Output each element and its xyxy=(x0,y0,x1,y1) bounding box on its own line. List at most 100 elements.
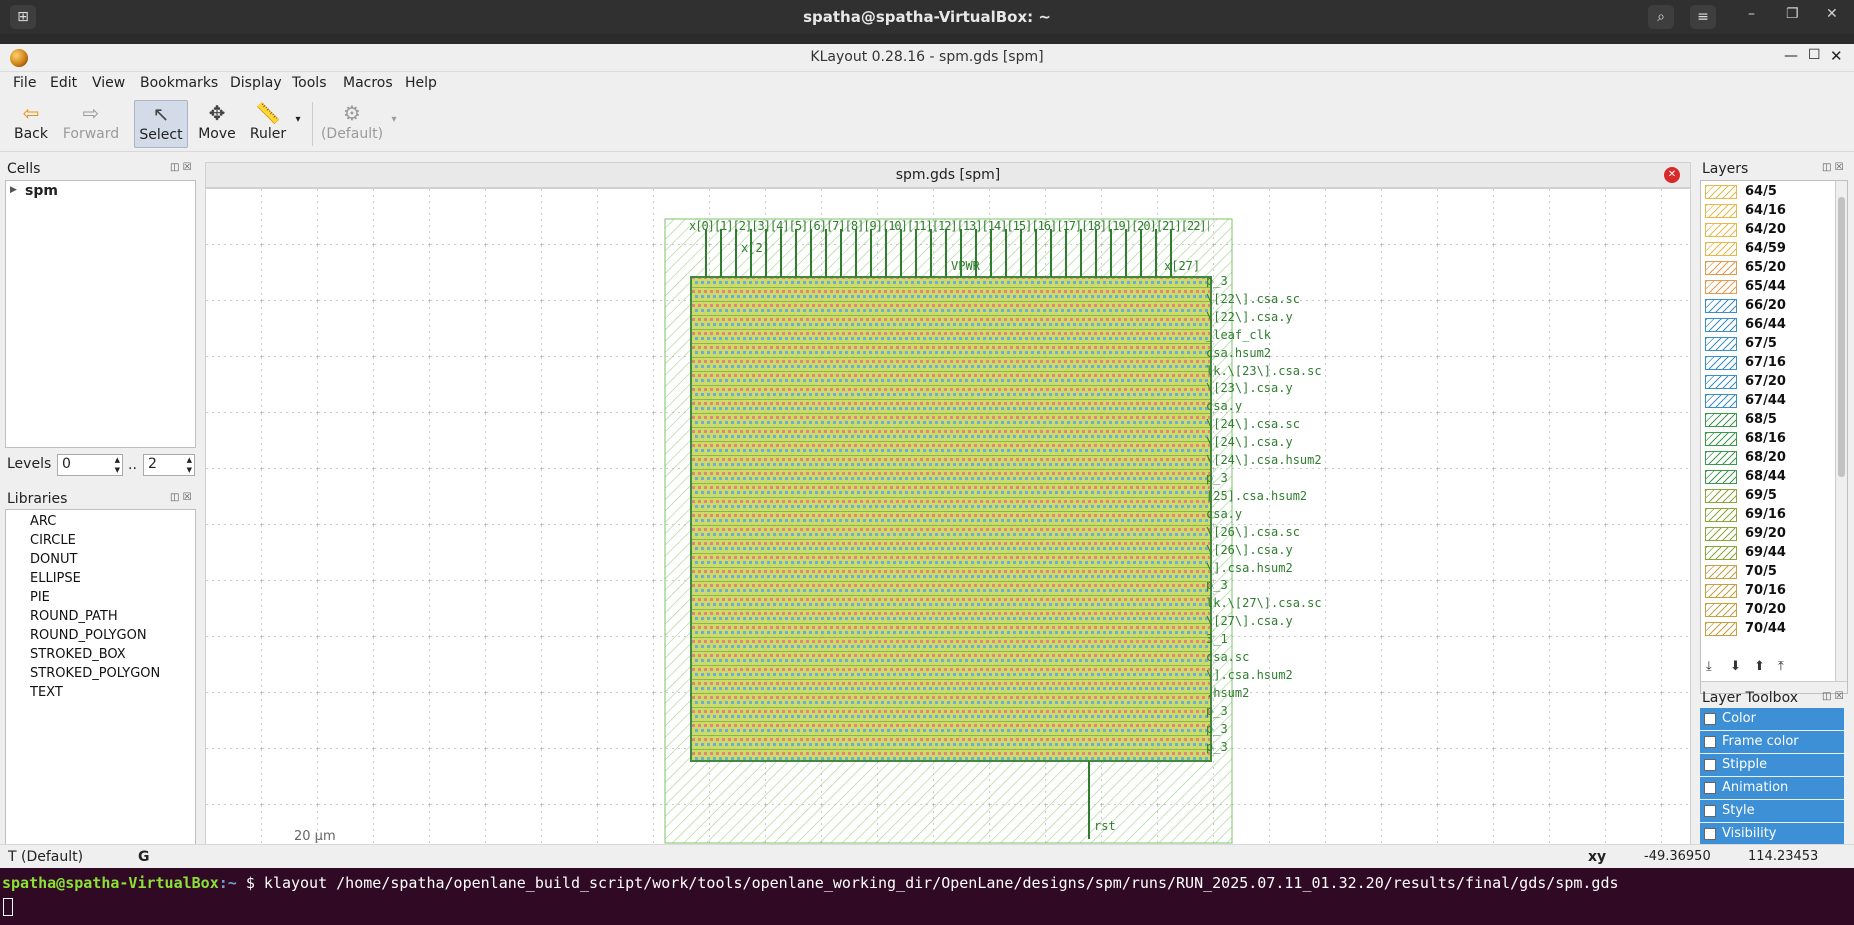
move-layer-up-icon[interactable]: ⬆ xyxy=(1754,659,1765,674)
toolbox-stipple[interactable]: Stipple xyxy=(1700,754,1844,776)
maximize-icon[interactable]: ☐ xyxy=(1808,47,1821,63)
layer-list[interactable]: 64/5 64/16 64/20 64/59 65/20 65/44 66/20 66/44 6… xyxy=(1700,180,1848,694)
layer-row[interactable]: 70/44 xyxy=(1705,620,1841,639)
layer-row[interactable]: 65/20 xyxy=(1705,259,1841,278)
layer-row[interactable]: 70/5 xyxy=(1705,563,1841,582)
restore-icon[interactable]: ❐ xyxy=(1786,6,1799,22)
back-button[interactable]: ⇦ Back xyxy=(8,100,54,148)
layer-swatch-icon[interactable] xyxy=(1705,451,1737,465)
layer-row[interactable]: 66/20 xyxy=(1705,297,1841,316)
layer-swatch-icon[interactable] xyxy=(1705,584,1737,598)
layer-row[interactable]: 64/16 xyxy=(1705,202,1841,221)
checkbox[interactable] xyxy=(1704,713,1716,725)
menu-help[interactable]: Help xyxy=(405,75,437,91)
menu-bookmarks[interactable]: Bookmarks xyxy=(140,75,218,91)
layers-dock-buttons[interactable]: ◫ ☒ xyxy=(1822,162,1844,173)
layer-swatch-icon[interactable] xyxy=(1705,527,1737,541)
layer-swatch-icon[interactable] xyxy=(1705,622,1737,636)
level-max-spinbox[interactable]: 2 ▲ ▼ xyxy=(143,454,195,476)
layer-row[interactable]: 69/44 xyxy=(1705,544,1841,563)
minimize-icon[interactable]: – xyxy=(1748,6,1755,22)
layer-row[interactable]: 64/59 xyxy=(1705,240,1841,259)
layer-swatch-icon[interactable] xyxy=(1705,318,1737,332)
layer-row[interactable]: 69/20 xyxy=(1705,525,1841,544)
terminal[interactable]: spatha@spatha-VirtualBox:~ $ klayout /ho… xyxy=(0,868,1854,925)
menu-tools[interactable]: Tools xyxy=(292,75,327,91)
default-template-button[interactable]: ⚙ (Default) xyxy=(320,100,384,148)
menu-macros[interactable]: Macros xyxy=(343,75,393,91)
checkbox[interactable] xyxy=(1704,736,1716,748)
layer-row[interactable]: 68/20 xyxy=(1705,449,1841,468)
layer-row[interactable]: 70/16 xyxy=(1705,582,1841,601)
close-tab-icon[interactable]: ✕ xyxy=(1664,167,1680,183)
layer-swatch-icon[interactable] xyxy=(1705,280,1737,294)
lib-item-round-polygon[interactable]: ROUND_POLYGON xyxy=(30,628,147,643)
layer-swatch-icon[interactable] xyxy=(1705,299,1737,313)
hamburger-icon[interactable]: ≡ xyxy=(1690,5,1716,29)
toolbox-style[interactable]: Style xyxy=(1700,800,1844,822)
layer-row[interactable]: 70/20 xyxy=(1705,601,1841,620)
ruler-dropdown-icon[interactable]: ▾ xyxy=(292,114,304,162)
cells-dock-buttons[interactable]: ◫ ☒ xyxy=(170,162,192,173)
menu-edit[interactable]: Edit xyxy=(50,75,77,91)
menu-view[interactable]: View xyxy=(92,75,125,91)
lib-item-arc[interactable]: ARC xyxy=(30,514,56,529)
scrollbar-thumb[interactable] xyxy=(1838,197,1845,477)
layer-swatch-icon[interactable] xyxy=(1705,375,1737,389)
layer-row[interactable]: 66/44 xyxy=(1705,316,1841,335)
move-layer-down-icon[interactable]: ⬇ xyxy=(1730,659,1741,674)
layer-row[interactable]: 69/5 xyxy=(1705,487,1841,506)
spin-arrows-icon[interactable]: ▲ ▼ xyxy=(187,455,192,475)
layer-swatch-icon[interactable] xyxy=(1705,432,1737,446)
forward-button[interactable]: ⇨ Forward xyxy=(58,100,124,148)
menu-file[interactable]: File xyxy=(13,75,36,91)
cell-spm[interactable]: spm xyxy=(25,183,58,199)
menu-display[interactable]: Display xyxy=(230,75,282,91)
layer-row[interactable]: 67/5 xyxy=(1705,335,1841,354)
layer-row[interactable]: 65/44 xyxy=(1705,278,1841,297)
close-icon[interactable]: ✕ xyxy=(1826,6,1838,22)
select-button[interactable]: ↖ Select xyxy=(134,100,188,148)
lib-item-ellipse[interactable]: ELLIPSE xyxy=(30,571,81,586)
layer-row[interactable]: 67/20 xyxy=(1705,373,1841,392)
lib-item-stroked-box[interactable]: STROKED_BOX xyxy=(30,647,126,662)
libraries-dock-buttons[interactable]: ◫ ☒ xyxy=(170,492,192,503)
layout-canvas[interactable]: x[0][1][2][3][4][5][6][7][8][9][10][11][… xyxy=(205,188,1691,888)
layer-row[interactable]: 67/44 xyxy=(1705,392,1841,411)
layer-row[interactable]: 67/16 xyxy=(1705,354,1841,373)
layer-swatch-icon[interactable] xyxy=(1705,223,1737,237)
default-dropdown-icon[interactable]: ▾ xyxy=(388,114,400,162)
spin-arrows-icon[interactable]: ▲ ▼ xyxy=(115,455,120,475)
lib-item-circle[interactable]: CIRCLE xyxy=(30,533,76,548)
layer-row[interactable]: 64/5 xyxy=(1705,183,1841,202)
toolbox-frame-color[interactable]: Frame color xyxy=(1700,731,1844,753)
layer-swatch-icon[interactable] xyxy=(1705,489,1737,503)
layer-swatch-icon[interactable] xyxy=(1705,337,1737,351)
layer-swatch-icon[interactable] xyxy=(1705,508,1737,522)
close-icon[interactable]: ✕ xyxy=(1830,47,1843,65)
layer-swatch-icon[interactable] xyxy=(1705,261,1737,275)
layer-swatch-icon[interactable] xyxy=(1705,394,1737,408)
view-tab[interactable]: spm.gds [spm] ✕ xyxy=(205,162,1691,188)
layer-swatch-icon[interactable] xyxy=(1705,242,1737,256)
lib-item-pie[interactable]: PIE xyxy=(30,590,50,605)
expand-arrow-icon[interactable]: ▶ xyxy=(10,185,17,195)
checkbox[interactable] xyxy=(1704,782,1716,794)
lib-item-donut[interactable]: DONUT xyxy=(30,552,77,567)
layer-list-scrollbar[interactable] xyxy=(1835,181,1847,681)
lib-item-stroked-polygon[interactable]: STROKED_POLYGON xyxy=(30,666,160,681)
move-layer-top-icon[interactable]: ⤒ xyxy=(1778,659,1784,674)
move-button[interactable]: ✥ Move xyxy=(194,100,240,148)
layer-row[interactable]: 68/44 xyxy=(1705,468,1841,487)
layer-swatch-icon[interactable] xyxy=(1705,470,1737,484)
ruler-button[interactable]: 📏 Ruler xyxy=(246,100,290,148)
checkbox[interactable] xyxy=(1704,759,1716,771)
checkbox[interactable] xyxy=(1704,828,1716,840)
layer-swatch-icon[interactable] xyxy=(1705,565,1737,579)
toolbox-animation[interactable]: Animation xyxy=(1700,777,1844,799)
layer-row[interactable]: 64/20 xyxy=(1705,221,1841,240)
lib-item-text[interactable]: TEXT xyxy=(30,685,63,700)
toolbox-visibility[interactable]: Visibility xyxy=(1700,823,1844,845)
move-layer-bottom-icon[interactable]: ⤓ xyxy=(1706,659,1712,674)
layer-swatch-icon[interactable] xyxy=(1705,603,1737,617)
